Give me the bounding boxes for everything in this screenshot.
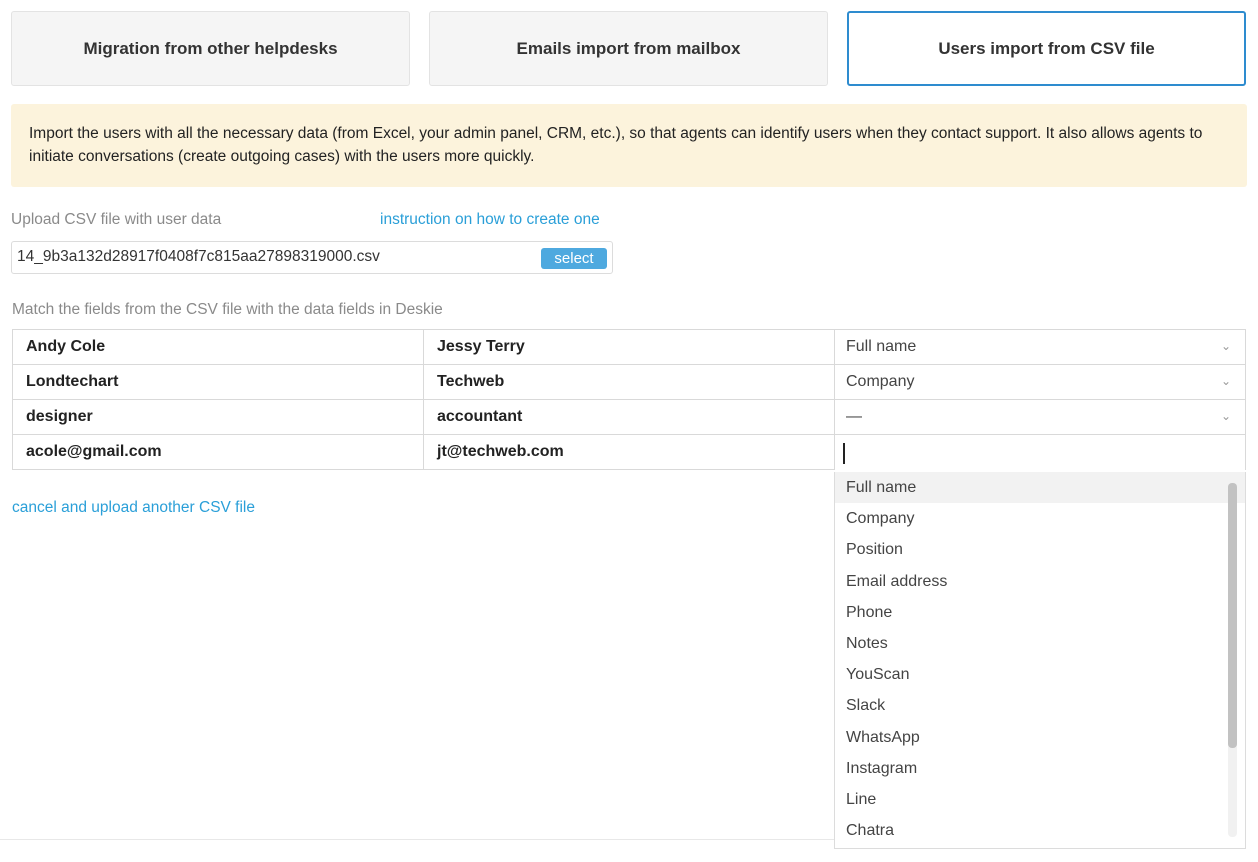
dropdown-option-company[interactable]: Company — [835, 503, 1245, 534]
dropdown-option-instagram[interactable]: Instagram — [835, 753, 1245, 784]
chevron-down-icon: ⌄ — [1220, 409, 1231, 423]
text-caret — [843, 443, 845, 464]
instruction-link[interactable]: instruction on how to create one — [380, 211, 600, 229]
dropdown-option-phone[interactable]: Phone — [835, 597, 1245, 628]
match-label: Match the fields from the CSV file with … — [12, 301, 443, 318]
chevron-down-icon: ⌄ — [1220, 339, 1231, 353]
tab-emails-import[interactable]: Emails import from mailbox — [429, 11, 828, 86]
dropdown-option-full-name[interactable]: Full name — [835, 472, 1245, 504]
dropdown-option-notes[interactable]: Notes — [835, 628, 1245, 659]
dropdown-option-slack[interactable]: Slack — [835, 690, 1245, 721]
dropdown-option-whatsapp[interactable]: WhatsApp — [835, 722, 1245, 753]
select-file-button[interactable]: select — [541, 248, 607, 269]
table-row: Andy Cole Jessy Terry Full name ⌄ — [12, 329, 1246, 365]
field-select-value: Full name — [846, 338, 917, 355]
field-select[interactable]: Full name ⌄ — [834, 329, 1246, 365]
field-select[interactable]: — ⌄ — [834, 399, 1246, 435]
upload-label: Upload CSV file with user data — [11, 211, 222, 228]
chevron-down-icon: ⌄ — [1220, 374, 1231, 388]
dropdown-option-line[interactable]: Line — [835, 784, 1245, 815]
dropdown-option-youscan[interactable]: YouScan — [835, 659, 1245, 690]
table-row: designer accountant — ⌄ — [12, 399, 1246, 435]
csv-value-cell: accountant — [423, 399, 835, 435]
field-select[interactable]: Company ⌄ — [834, 364, 1246, 400]
csv-value-cell: jt@techweb.com — [423, 434, 835, 470]
table-row: Londtechart Techweb Company ⌄ — [12, 364, 1246, 400]
dropdown-scrollbar-thumb[interactable] — [1228, 483, 1237, 748]
field-select-search-input[interactable] — [834, 434, 1246, 470]
csv-value-cell: Jessy Terry — [423, 329, 835, 365]
dropdown-option-chatra[interactable]: Chatra — [835, 815, 1245, 846]
tab-migration[interactable]: Migration from other helpdesks — [11, 11, 410, 86]
csv-value-cell: Techweb — [423, 364, 835, 400]
field-select-value: — — [846, 408, 862, 425]
table-row: acole@gmail.com jt@techweb.com — [12, 434, 1246, 470]
field-select-value: Company — [846, 373, 915, 390]
csv-value-cell: acole@gmail.com — [12, 434, 424, 470]
cancel-upload-link[interactable]: cancel and upload another CSV file — [12, 499, 255, 517]
csv-value-cell: designer — [12, 399, 424, 435]
csv-value-cell: Andy Cole — [12, 329, 424, 365]
dropdown-option-email-address[interactable]: Email address — [835, 566, 1245, 597]
csv-value-cell: Londtechart — [12, 364, 424, 400]
field-options-dropdown: Full name Company Position Email address… — [834, 472, 1246, 849]
file-name: 14_9b3a132d28917f0408f7c815aa27898319000… — [17, 248, 380, 265]
file-input[interactable]: 14_9b3a132d28917f0408f7c815aa27898319000… — [11, 241, 613, 274]
import-tabs: Migration from other helpdesks Emails im… — [11, 11, 1247, 86]
tab-users-csv-import[interactable]: Users import from CSV file — [847, 11, 1246, 86]
dropdown-option-position[interactable]: Position — [835, 534, 1245, 565]
divider — [0, 839, 834, 840]
info-banner: Import the users with all the necessary … — [11, 104, 1247, 187]
